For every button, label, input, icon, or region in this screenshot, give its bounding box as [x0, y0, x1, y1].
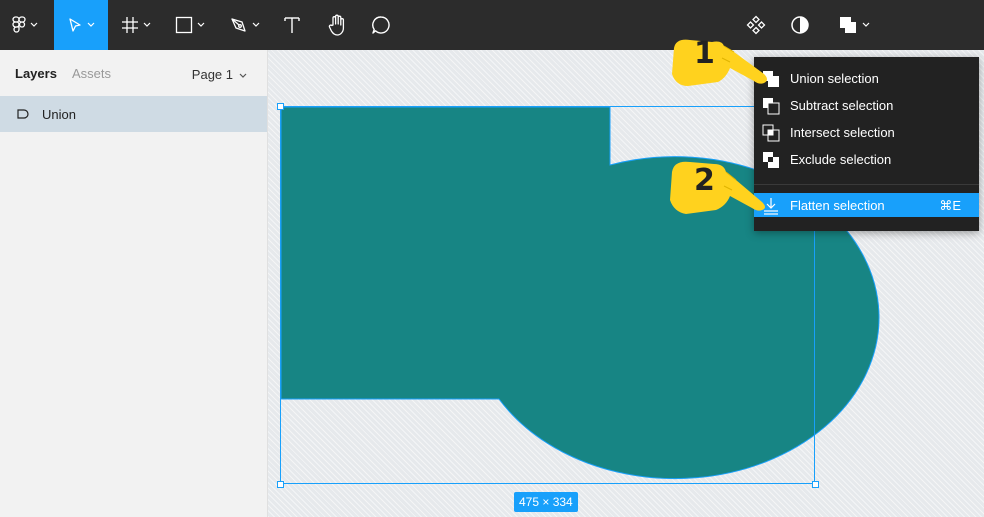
menu-item-exclude[interactable]: Exclude selection [754, 147, 979, 171]
resize-handle-top-left[interactable] [277, 103, 284, 110]
menu-item-intersect[interactable]: Intersect selection [754, 120, 979, 144]
menu-divider [754, 184, 979, 185]
panel-tabs: Layers Assets Page 1 [0, 50, 267, 96]
layer-label: Union [42, 106, 76, 122]
chevron-down-icon [862, 22, 870, 28]
text-icon [284, 16, 300, 34]
boolean-icon [838, 15, 858, 35]
tab-assets[interactable]: Assets [72, 67, 111, 81]
resize-handle-bottom-left[interactable] [277, 481, 284, 488]
chevron-down-icon [239, 67, 247, 82]
mask-icon [790, 15, 810, 35]
dimensions-badge: 475 × 334 [514, 492, 578, 512]
left-panel: Layers Assets Page 1 Union [0, 50, 268, 517]
boolean-groups-button[interactable] [830, 0, 878, 50]
menu-item-subtract[interactable]: Subtract selection [754, 93, 979, 117]
chevron-down-icon [87, 22, 95, 28]
step-callout-1: 1 [664, 30, 774, 90]
menu-item-label: Intersect selection [790, 125, 895, 140]
pointing-hand-icon [672, 39, 767, 86]
boolean-union-icon [16, 106, 32, 122]
step-number: 1 [694, 36, 715, 71]
resize-handle-bottom-right[interactable] [812, 481, 819, 488]
menu-item-union[interactable]: Union selection [754, 66, 979, 90]
main-menu-button[interactable] [0, 0, 50, 50]
step-number: 2 [694, 163, 715, 198]
boolean-dropdown-menu: Union selection Subtract selection Inter… [754, 57, 979, 231]
shortcut-label: ⌘E [939, 198, 961, 213]
layer-row-union[interactable]: Union [0, 96, 267, 132]
figma-logo-icon [12, 16, 26, 34]
mask-button[interactable] [784, 0, 816, 50]
rectangle-icon [175, 16, 193, 34]
menu-item-label: Subtract selection [790, 98, 894, 113]
pen-icon [230, 16, 248, 34]
chevron-down-icon [197, 22, 205, 28]
chevron-down-icon [143, 22, 151, 28]
subtract-icon [762, 97, 780, 115]
menu-item-label: Exclude selection [790, 152, 892, 167]
hand-tool-button[interactable] [320, 0, 354, 50]
page-selector[interactable]: Page 1 [192, 67, 247, 82]
pointing-hand-icon [670, 161, 765, 214]
step-callout-2: 2 [664, 152, 774, 218]
hand-icon [327, 14, 347, 36]
pen-tool-button[interactable] [220, 0, 270, 50]
frame-hash-icon [121, 16, 139, 34]
toolbar [0, 0, 984, 50]
page-selector-label: Page 1 [191, 67, 233, 82]
menu-item-flatten[interactable]: Flatten selection ⌘E [754, 193, 979, 217]
cursor-icon [67, 17, 83, 33]
intersect-icon [762, 124, 780, 142]
chevron-down-icon [252, 22, 260, 28]
comment-tool-button[interactable] [364, 0, 398, 50]
menu-item-label: Union selection [790, 71, 879, 86]
comment-icon [371, 15, 391, 35]
move-tool-button[interactable] [54, 0, 108, 50]
shape-tool-button[interactable] [165, 0, 215, 50]
tab-layers[interactable]: Layers [15, 67, 57, 81]
text-tool-button[interactable] [275, 0, 309, 50]
frame-tool-button[interactable] [112, 0, 160, 50]
chevron-down-icon [30, 22, 38, 28]
menu-item-label: Flatten selection [790, 198, 885, 213]
